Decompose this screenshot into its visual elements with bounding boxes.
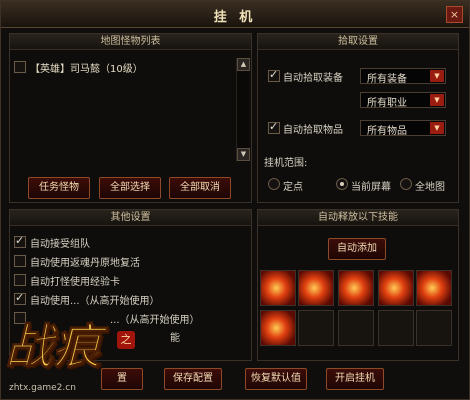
pickup-settings-header: 拾取设置 bbox=[258, 34, 458, 50]
scroll-up-icon[interactable]: ▲ bbox=[237, 58, 250, 71]
skill-slot-2[interactable] bbox=[298, 270, 334, 306]
monster-list-box: 【英雄】司马懿（10级） bbox=[10, 51, 235, 163]
auto-accept-team-label: 自动接受组队 bbox=[30, 239, 90, 250]
game-logo: 战痕 之 zhtx.game2.cn bbox=[4, 307, 155, 395]
auto-use-potion-label: 自动使用...（从高开始使用） bbox=[30, 296, 160, 307]
equip-type-value: 所有装备 bbox=[367, 74, 407, 85]
item-type-value: 所有物品 bbox=[367, 126, 407, 137]
monster-item-checkbox[interactable] bbox=[14, 61, 26, 73]
skill-slot-7[interactable] bbox=[298, 310, 334, 346]
restore-default-button[interactable]: 恢复默认值 bbox=[245, 368, 307, 390]
task-monster-button[interactable]: 任务怪物 bbox=[28, 177, 90, 199]
window-title: 挂 机 bbox=[213, 10, 257, 25]
save-config-button[interactable]: 保存配置 bbox=[164, 368, 222, 390]
range-radio-map[interactable] bbox=[400, 178, 412, 190]
monster-list-panel: 地图怪物列表 【英雄】司马懿（10级） ▲ ▼ 任务怪物 全部选择 全部取消 bbox=[9, 33, 252, 203]
range-label: 挂机范围: bbox=[264, 158, 308, 169]
logo-url: zhtx.game2.cn bbox=[9, 383, 76, 393]
auto-exp-card-checkbox[interactable] bbox=[14, 274, 26, 286]
auto-revive-checkbox[interactable] bbox=[14, 255, 26, 267]
skill-slot-9[interactable] bbox=[378, 310, 414, 346]
pickup-settings-panel: 拾取设置 自动拾取装备 所有装备 ▼ 所有职业 ▼ 自动拾取物品 所有物品 ▼ … bbox=[257, 33, 459, 203]
skill-slot-6[interactable] bbox=[260, 310, 296, 346]
auto-pickup-items-checkbox[interactable] bbox=[268, 120, 280, 134]
range-radio-fixed[interactable] bbox=[268, 178, 280, 190]
auto-revive-label: 自动使用返魂丹原地复活 bbox=[30, 258, 140, 269]
auto-pickup-equip-checkbox[interactable] bbox=[268, 68, 280, 82]
range-screen-label: 当前屏幕 bbox=[351, 182, 391, 193]
item-type-select[interactable]: 所有物品 ▼ bbox=[360, 120, 446, 137]
skill-slot-1[interactable] bbox=[260, 270, 296, 306]
monster-list-header: 地图怪物列表 bbox=[10, 34, 251, 50]
other-settings-header: 其他设置 bbox=[10, 210, 251, 226]
job-type-select[interactable]: 所有职业 ▼ bbox=[360, 92, 446, 109]
chevron-down-icon[interactable]: ▼ bbox=[430, 122, 444, 134]
skill-slot-10[interactable] bbox=[416, 310, 452, 346]
range-fixed-label: 定点 bbox=[283, 182, 303, 193]
auto-pickup-items-label: 自动拾取物品 bbox=[283, 125, 343, 136]
range-radio-screen[interactable] bbox=[336, 178, 348, 190]
title-bar[interactable]: 挂 机 × bbox=[1, 1, 469, 28]
scroll-down-icon[interactable]: ▼ bbox=[237, 148, 250, 161]
logo-title: 战痕 bbox=[4, 319, 102, 376]
skill-slot-5[interactable] bbox=[416, 270, 452, 306]
skill-slot-3[interactable] bbox=[338, 270, 374, 306]
auto-battle-window: 挂 机 × 地图怪物列表 【英雄】司马懿（10级） ▲ ▼ 任务怪物 全部选择 … bbox=[0, 0, 470, 400]
monster-item-label: 【英雄】司马懿（10级） bbox=[30, 64, 143, 75]
auto-use-potion-checkbox[interactable] bbox=[14, 291, 26, 305]
auto-accept-team-checkbox[interactable] bbox=[14, 234, 26, 248]
equip-type-select[interactable]: 所有装备 ▼ bbox=[360, 68, 446, 85]
monster-list-scrollbar[interactable]: ▲ ▼ bbox=[236, 58, 250, 162]
range-map-label: 全地图 bbox=[415, 182, 445, 193]
start-auto-button[interactable]: 开启挂机 bbox=[326, 368, 384, 390]
logo-seal: 之 bbox=[117, 331, 135, 349]
job-type-value: 所有职业 bbox=[367, 98, 407, 109]
auto-skill-panel: 自动释放以下技能 自动添加 bbox=[257, 209, 459, 361]
skill-slot-4[interactable] bbox=[378, 270, 414, 306]
skill-slot-8[interactable] bbox=[338, 310, 374, 346]
chevron-down-icon[interactable]: ▼ bbox=[430, 70, 444, 82]
auto-skill-header: 自动释放以下技能 bbox=[258, 210, 458, 226]
auto-add-button[interactable]: 自动添加 bbox=[328, 238, 386, 260]
skill-option-label: 能 bbox=[170, 333, 180, 344]
auto-pickup-equip-label: 自动拾取装备 bbox=[283, 73, 343, 84]
close-button[interactable]: × bbox=[446, 6, 463, 23]
cancel-all-button[interactable]: 全部取消 bbox=[169, 177, 231, 199]
auto-exp-card-label: 自动打怪使用经验卡 bbox=[30, 277, 120, 288]
chevron-down-icon[interactable]: ▼ bbox=[430, 94, 444, 106]
select-all-button[interactable]: 全部选择 bbox=[99, 177, 161, 199]
